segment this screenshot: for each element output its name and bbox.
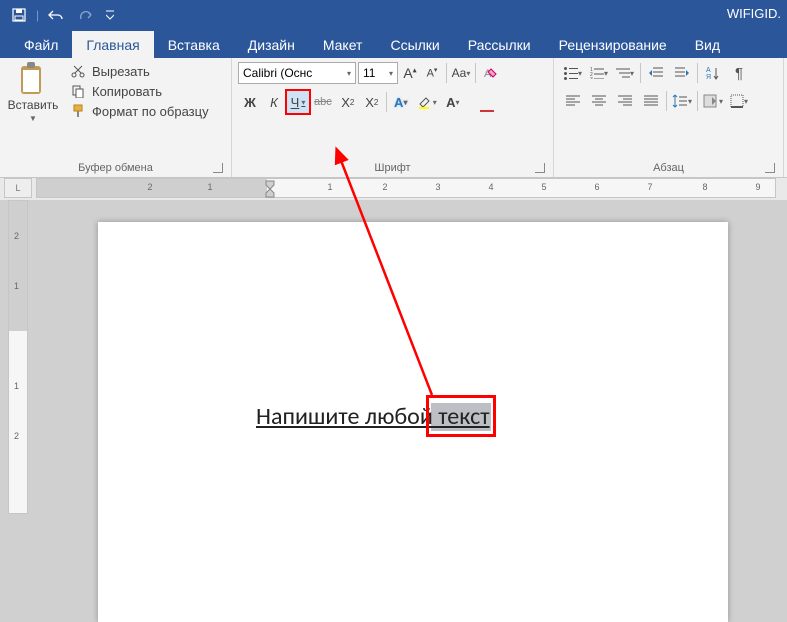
separator <box>666 91 667 111</box>
separator <box>697 91 698 111</box>
ruler-row: L 2 1 1 2 3 4 5 6 7 8 9 <box>0 178 787 200</box>
align-center-button[interactable] <box>586 90 612 112</box>
tab-design[interactable]: Дизайн <box>234 31 309 58</box>
redo-button[interactable] <box>73 4 99 26</box>
qat-customize[interactable] <box>103 4 117 26</box>
change-case-button[interactable]: Aa▾ <box>451 62 471 84</box>
chevron-down-icon: ▼ <box>29 114 37 123</box>
align-right-button[interactable] <box>612 90 638 112</box>
subscript-button[interactable]: X2 <box>336 90 360 114</box>
copy-icon <box>70 83 86 99</box>
shading-button[interactable]: ▾ <box>700 90 726 112</box>
separator <box>446 63 447 83</box>
paintbrush-icon <box>70 103 86 119</box>
ribbon-tabs: Файл Главная Вставка Дизайн Макет Ссылки… <box>0 30 787 58</box>
tab-selector[interactable]: L <box>4 178 32 198</box>
show-marks-button[interactable]: ¶ <box>726 62 752 84</box>
vertical-ruler[interactable]: 2 1 1 2 <box>8 200 28 514</box>
multilevel-list-button[interactable]: ▾ <box>612 62 638 84</box>
clipboard-icon <box>19 62 47 96</box>
tab-insert[interactable]: Вставка <box>154 31 234 58</box>
workspace: 2 1 1 2 Напишите любой текст <box>0 200 787 514</box>
text-effects-button[interactable]: A▾ <box>389 90 413 114</box>
underline-label: Ч <box>291 95 300 110</box>
chevron-down-icon: ▾ <box>347 69 351 78</box>
group-font: Calibri (Оснс ▾ 11 ▾ A▴ A▾ Aa▾ A Ж К <box>232 58 554 177</box>
justify-button[interactable] <box>638 90 664 112</box>
underline-button[interactable]: Ч▾ <box>286 90 310 114</box>
group-paragraph-label: Абзац <box>560 160 777 175</box>
line-spacing-button[interactable]: ▾ <box>669 90 695 112</box>
tab-layout[interactable]: Макет <box>309 31 377 58</box>
cut-label: Вырезать <box>92 64 150 79</box>
cut-button[interactable]: Вырезать <box>66 62 213 80</box>
decrease-font-button[interactable]: A▾ <box>422 62 442 84</box>
italic-button[interactable]: К <box>262 90 286 114</box>
annotation-box <box>426 395 496 437</box>
svg-text:Я: Я <box>706 74 711 80</box>
save-button[interactable] <box>6 4 32 26</box>
group-font-label: Шрифт <box>238 160 547 175</box>
superscript-button[interactable]: X2 <box>360 90 384 114</box>
format-painter-label: Формат по образцу <box>92 104 209 119</box>
dialog-launcher-icon[interactable] <box>535 163 545 173</box>
highlight-button[interactable]: ▾ <box>413 90 441 114</box>
paste-button[interactable]: Вставить ▼ <box>6 62 60 123</box>
dialog-launcher-icon[interactable] <box>765 163 775 173</box>
tab-mailings[interactable]: Рассылки <box>454 31 545 58</box>
svg-text:3: 3 <box>590 77 593 79</box>
group-paragraph: ▾ 123▾ ▾ AЯ ¶ <box>554 58 784 177</box>
document-page[interactable]: Напишите любой текст <box>98 222 728 622</box>
bullets-button[interactable]: ▾ <box>560 62 586 84</box>
tab-file[interactable]: Файл <box>10 31 72 58</box>
strikethrough-button[interactable]: abc <box>310 90 336 114</box>
separator <box>697 63 698 83</box>
font-name-combo[interactable]: Calibri (Оснс ▾ <box>238 62 356 84</box>
clear-formatting-button[interactable]: A <box>480 62 500 84</box>
decrease-indent-button[interactable] <box>643 62 669 84</box>
align-left-button[interactable] <box>560 90 586 112</box>
tab-home[interactable]: Главная <box>72 31 153 58</box>
tab-references[interactable]: Ссылки <box>376 31 453 58</box>
quick-access-toolbar: | <box>6 4 117 26</box>
increase-font-button[interactable]: A▴ <box>400 62 420 84</box>
bullets-icon <box>564 67 578 79</box>
font-color-button[interactable]: A▾ <box>441 90 465 114</box>
window-title: WIFIGID. <box>727 6 781 21</box>
dialog-launcher-icon[interactable] <box>213 163 223 173</box>
font-size-combo[interactable]: 11 ▾ <box>358 62 398 84</box>
font-size-value: 11 <box>363 66 375 80</box>
paste-label: Вставить <box>8 98 59 112</box>
qat-divider: | <box>36 8 39 22</box>
borders-button[interactable]: ▾ <box>726 90 752 112</box>
numbering-button[interactable]: 123▾ <box>586 62 612 84</box>
tab-review[interactable]: Рецензирование <box>545 31 681 58</box>
horizontal-ruler[interactable]: 2 1 1 2 3 4 5 6 7 8 9 <box>36 178 776 198</box>
group-clipboard-label: Буфер обмена <box>6 160 225 175</box>
format-painter-button[interactable]: Формат по образцу <box>66 102 213 120</box>
font-color-swatch <box>480 110 494 112</box>
separator <box>640 63 641 83</box>
scissors-icon <box>70 63 86 79</box>
title-bar: | WIFIGID. <box>0 0 787 30</box>
tab-view[interactable]: Вид <box>681 31 734 58</box>
chevron-down-icon: ▾ <box>389 69 393 78</box>
separator <box>386 92 387 112</box>
increase-indent-button[interactable] <box>669 62 695 84</box>
separator <box>475 63 476 83</box>
ribbon: Вставить ▼ Вырезать Копировать <box>0 58 787 178</box>
svg-text:A: A <box>706 67 711 74</box>
copy-label: Копировать <box>92 84 162 99</box>
sort-button[interactable]: AЯ <box>700 62 726 84</box>
font-name-value: Calibri (Оснс <box>243 66 312 80</box>
indent-marker-icon[interactable] <box>265 179 277 199</box>
undo-button[interactable] <box>43 4 69 26</box>
group-clipboard: Вставить ▼ Вырезать Копировать <box>0 58 232 177</box>
bold-button[interactable]: Ж <box>238 90 262 114</box>
copy-button[interactable]: Копировать <box>66 82 213 100</box>
